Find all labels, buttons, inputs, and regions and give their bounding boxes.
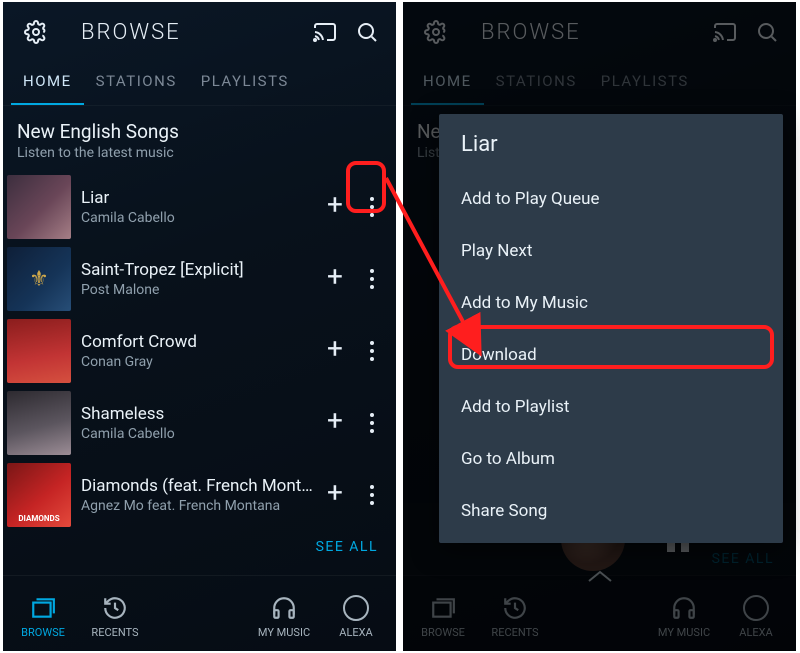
add-button[interactable]: +	[316, 476, 354, 514]
song-row[interactable]: Diamonds (feat. French Montana) Agnez Mo…	[3, 459, 396, 531]
menu-go-to-album[interactable]: Go to Album	[439, 433, 783, 485]
tab-home[interactable]: HOME	[11, 62, 84, 105]
nav-label: MY MUSIC	[258, 626, 310, 639]
menu-add-to-queue[interactable]: Add to Play Queue	[439, 173, 783, 225]
song-row[interactable]: Saint-Tropez [Explicit] Post Malone +	[3, 243, 396, 315]
more-options-button[interactable]	[354, 401, 390, 445]
more-options-button[interactable]	[354, 473, 390, 517]
menu-share-song[interactable]: Share Song	[439, 485, 783, 537]
more-options-button[interactable]	[354, 185, 390, 229]
nav-label: RECENTS	[91, 626, 138, 639]
tab-playlists[interactable]: PLAYLISTS	[189, 62, 301, 105]
section-header: New English Songs Listen to the latest m…	[3, 106, 396, 171]
song-title: Diamonds (feat. French Montana)	[81, 476, 316, 496]
add-button[interactable]: +	[316, 404, 354, 442]
song-list: Liar Camila Cabello + Saint-Tropez [Expl…	[3, 171, 396, 575]
menu-add-playlist[interactable]: Add to Playlist	[439, 381, 783, 433]
album-art	[7, 247, 71, 311]
menu-play-next[interactable]: Play Next	[439, 225, 783, 277]
song-title: Comfort Crowd	[81, 332, 316, 352]
phone-left: BROWSE HOME STATIONS PLAYLISTS New Engli…	[3, 2, 396, 651]
tab-stations[interactable]: STATIONS	[84, 62, 189, 105]
tab-strip: HOME STATIONS PLAYLISTS	[3, 62, 396, 106]
history-icon	[101, 594, 129, 622]
add-button[interactable]: +	[316, 332, 354, 370]
app-bar: BROWSE	[3, 2, 396, 62]
cast-icon[interactable]	[304, 11, 346, 53]
more-options-button[interactable]	[354, 329, 390, 373]
song-artist: Conan Gray	[81, 354, 316, 370]
song-row[interactable]: Comfort Crowd Conan Gray +	[3, 315, 396, 387]
song-title: Saint-Tropez [Explicit]	[81, 260, 316, 280]
bottom-nav: BROWSE RECENTS MY MUSIC ALEXA	[3, 575, 396, 651]
nav-recents[interactable]: RECENTS	[79, 594, 151, 639]
section-subtitle: Listen to the latest music	[17, 145, 382, 161]
song-artist: Post Malone	[81, 282, 316, 298]
song-title: Liar	[81, 188, 316, 208]
menu-download[interactable]: Download	[439, 329, 783, 381]
album-art	[7, 175, 71, 239]
add-button[interactable]: +	[316, 260, 354, 298]
headphones-icon	[270, 594, 298, 622]
song-artist: Agnez Mo feat. French Montana	[81, 498, 316, 514]
more-options-button[interactable]	[354, 257, 390, 301]
song-title: Shameless	[81, 404, 316, 424]
browse-icon	[29, 594, 57, 622]
app-title: BROWSE	[81, 20, 304, 45]
nav-label: ALEXA	[339, 626, 372, 639]
album-art	[7, 391, 71, 455]
song-artist: Camila Cabello	[81, 210, 316, 226]
nav-alexa[interactable]: ALEXA	[320, 594, 392, 639]
nav-mymusic[interactable]: MY MUSIC	[248, 594, 320, 639]
menu-add-my-music[interactable]: Add to My Music	[439, 277, 783, 329]
alexa-icon	[342, 594, 370, 622]
menu-title: Liar	[439, 126, 783, 173]
album-art	[7, 319, 71, 383]
search-icon[interactable]	[346, 11, 388, 53]
see-all-link[interactable]: SEE ALL	[3, 531, 396, 555]
settings-icon[interactable]	[15, 11, 57, 53]
song-row[interactable]: Liar Camila Cabello +	[3, 171, 396, 243]
song-artist: Camila Cabello	[81, 426, 316, 442]
song-row[interactable]: Shameless Camila Cabello +	[3, 387, 396, 459]
phone-right: BROWSE HOME STATIONS PLAYLISTS New Engli…	[403, 2, 796, 651]
nav-label: BROWSE	[21, 626, 65, 639]
nav-browse[interactable]: BROWSE	[7, 594, 79, 639]
section-title: New English Songs	[17, 120, 382, 143]
song-context-menu: Liar Add to Play Queue Play Next Add to …	[439, 114, 783, 543]
add-button[interactable]: +	[316, 188, 354, 226]
album-art	[7, 463, 71, 527]
